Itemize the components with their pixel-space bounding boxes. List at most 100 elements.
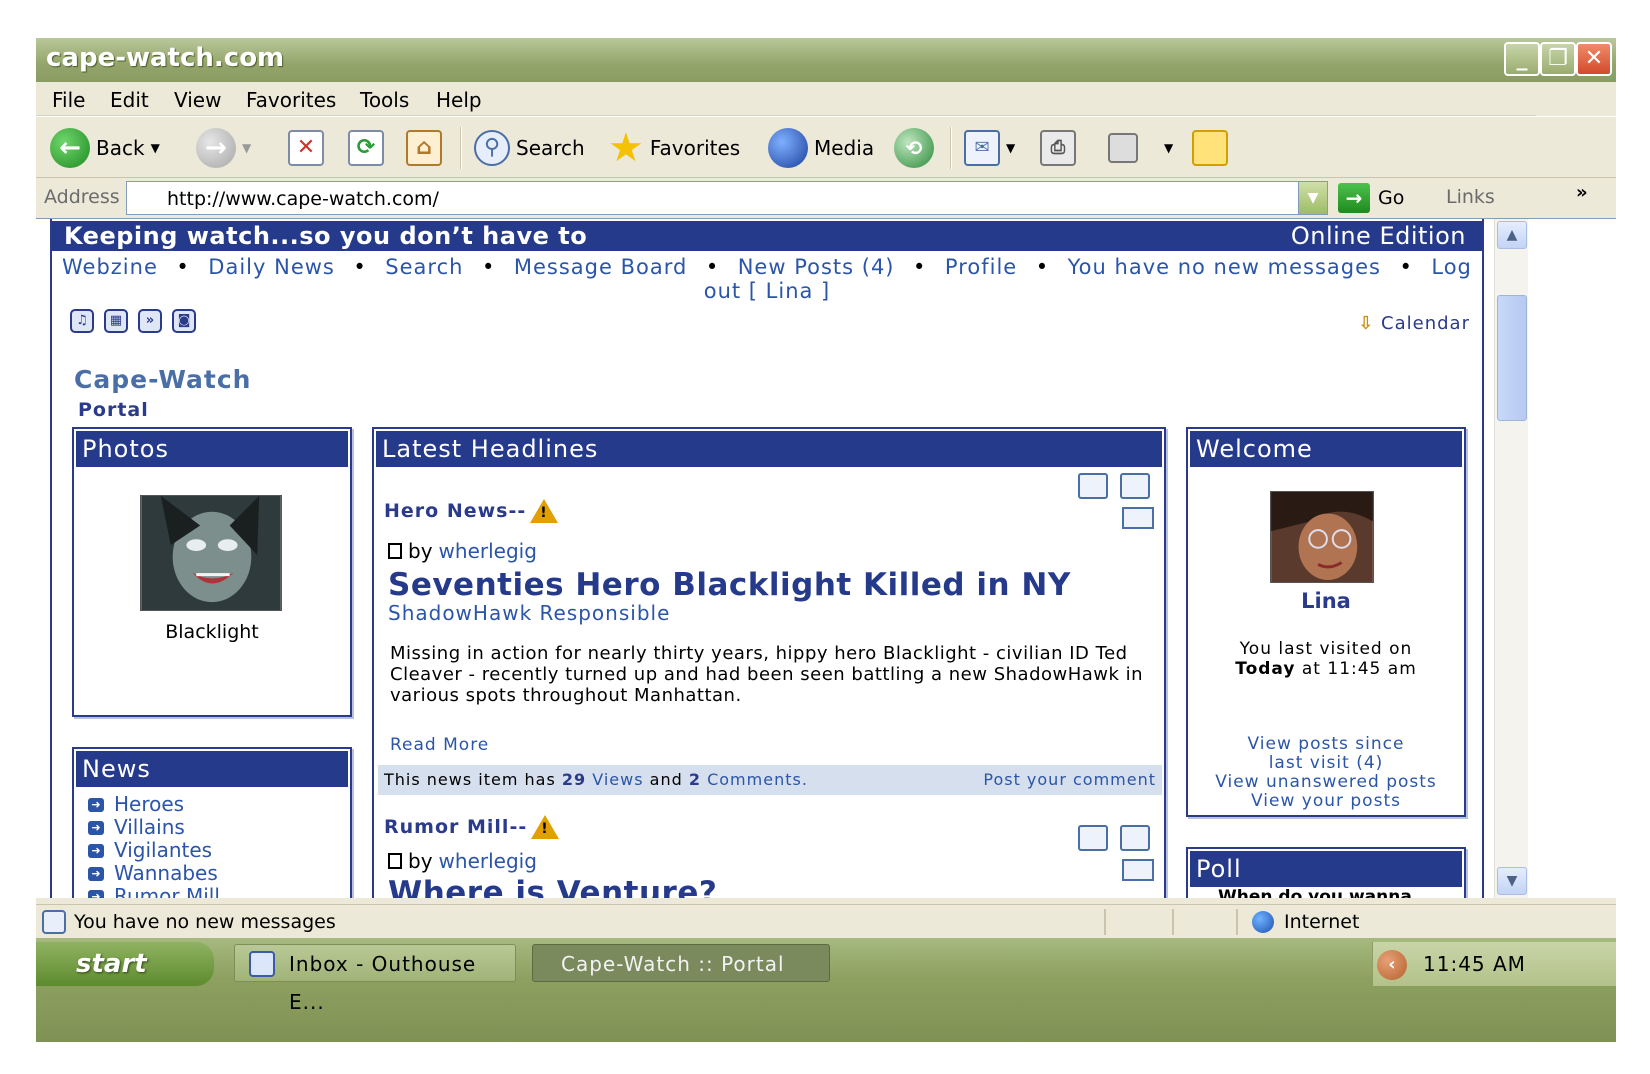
address-url: http://www.cape-watch.com/ [167,188,439,210]
edit-button[interactable] [1108,127,1138,169]
article2-category[interactable]: Rumor Mill-- ! [384,815,560,839]
taskbar-portal[interactable]: Cape-Watch :: Portal [532,944,830,982]
search-label: Search [516,136,585,160]
stats-prefix: This news item has [384,770,556,789]
address-input[interactable]: http://www.cape-watch.com/ [126,181,1328,215]
mail-icon: ✉ [964,130,1000,166]
vertical-scrollbar[interactable]: ▲ ▼ [1494,219,1528,898]
print-icon[interactable] [1120,825,1150,851]
news-panel: News ➜ Heroes ➜ Villains ➜ Vigilantes ➜ Wann… [72,747,352,898]
taskbar-inbox[interactable]: Inbox - Outhouse E... [234,944,516,1014]
link-your-posts[interactable]: View your posts [1188,792,1464,811]
history-button[interactable]: ⟲ [894,127,934,169]
read-more-link[interactable]: Read More [390,735,489,755]
nav-daily-news[interactable]: Daily News [208,255,335,279]
poll-question: When do you wanna [1218,887,1412,898]
nav-new-posts[interactable]: New Posts (4) [738,255,895,279]
toolbar-separator [950,127,952,169]
nav-search[interactable]: Search [385,255,463,279]
discuss-dropdown[interactable]: ▼ [1164,127,1173,169]
start-button[interactable]: start [36,942,214,986]
nav-messages[interactable]: You have no new messages [1068,255,1381,279]
tray-expand-icon[interactable]: ‹ [1377,950,1407,980]
article-doc-icon[interactable] [1078,825,1108,851]
news-item-rumor-mill[interactable]: ➜ Rumor Mill [88,885,220,898]
post-comment-link[interactable]: Post your comment [983,765,1156,795]
news-item-wannabes[interactable]: ➜ Wannabes [88,862,220,885]
menu-help[interactable]: Help [436,88,482,112]
email-icon[interactable] [1122,507,1154,529]
news-item-vigilantes[interactable]: ➜ Vigilantes [88,839,220,862]
home-button[interactable]: ⌂ [406,127,442,169]
forward-button[interactable]: → ▼ [196,127,251,169]
chevron-right-icon[interactable]: » [1576,182,1588,203]
nav-separator: • [913,255,927,279]
scroll-thumb[interactable] [1497,295,1527,421]
go-button[interactable]: → Go [1338,182,1404,214]
menu-tools[interactable]: Tools [360,88,409,112]
print-icon[interactable] [1120,473,1150,499]
site-title[interactable]: Cape-Watch [74,365,251,394]
minimize-button[interactable]: _ [1504,42,1540,76]
link-posts-since[interactable]: View posts since last visit (4) [1188,735,1464,773]
search-icon: ⚲ [474,130,510,166]
scroll-up-icon[interactable]: ▲ [1497,221,1527,249]
refresh-button[interactable]: ⟳ [348,127,384,169]
links-button[interactable]: Links [1446,186,1495,208]
print-button[interactable]: ⎙ [1040,127,1076,169]
article1-category[interactable]: Hero News-- ! [384,499,559,523]
article2-title[interactable]: Where is Venture? [388,875,717,898]
go-label: Go [1378,187,1405,209]
title-bar[interactable]: cape-watch.com _ ❐ ✕ [36,38,1616,82]
favorites-button[interactable]: ★ Favorites [608,127,740,169]
web-viewport[interactable]: Keeping watch...so you don’t have to Onl… [36,218,1616,898]
photos-header: Photos [76,431,348,467]
article-doc-icon[interactable] [1078,473,1108,499]
maximize-button[interactable]: ❐ [1540,42,1576,76]
media-button[interactable]: Media [768,127,874,169]
stop-button[interactable]: ✕ [288,127,324,169]
close-button[interactable]: ✕ [1576,42,1612,76]
user-name[interactable]: Lina [1188,589,1464,613]
user-avatar[interactable] [1270,491,1374,583]
nav-profile[interactable]: Profile [945,255,1017,279]
web-page: Keeping watch...so you don’t have to Onl… [50,219,1484,898]
back-dropdown-icon[interactable]: ▼ [151,141,160,155]
forward-dropdown-icon[interactable]: ▼ [242,141,251,155]
messenger-button[interactable] [1192,127,1228,169]
menu-view[interactable]: View [174,88,221,112]
home-icon: ⌂ [406,130,442,166]
tray-clock[interactable]: 11:45 AM [1423,952,1526,976]
menu-file[interactable]: File [52,88,85,112]
scroll-down-icon[interactable]: ▼ [1497,867,1527,895]
forward-icon[interactable]: » [138,309,162,333]
article1-author[interactable]: wherlegig [439,539,537,563]
calendar-link[interactable]: ⇩ Calendar [1358,313,1470,334]
article1-title[interactable]: Seventies Hero Blacklight Killed in NY [388,567,1071,603]
nav-logout-continued[interactable]: out [ Lina ] [62,279,1472,303]
menu-edit[interactable]: Edit [110,88,149,112]
grid-icon[interactable]: ▦ [104,309,128,333]
views-link[interactable]: Views [592,770,643,789]
nav-message-board[interactable]: Message Board [514,255,687,279]
menu-favorites[interactable]: Favorites [246,88,336,112]
article1-byline: by wherlegig [388,539,537,563]
discuss-dropdown-icon[interactable]: ▼ [1164,141,1173,155]
music-icon[interactable]: ♫ [70,309,94,333]
nav-logout[interactable]: Log [1431,255,1472,279]
search-button[interactable]: ⚲ Search [474,127,585,169]
comments-link[interactable]: Comments. [707,770,808,789]
email-icon[interactable] [1122,859,1154,881]
blacklight-photo[interactable] [140,495,282,611]
nav-webzine[interactable]: Webzine [62,255,158,279]
camera-icon[interactable]: ◙ [172,309,196,333]
mail-button[interactable]: ✉ ▼ [964,127,1015,169]
news-item-heroes[interactable]: ➜ Heroes [88,793,220,816]
arrow-bullet-icon: ➜ [88,797,104,812]
news-item-villains[interactable]: ➜ Villains [88,816,220,839]
back-button[interactable]: ← Back ▼ [50,127,160,169]
link-unanswered-posts[interactable]: View unanswered posts [1188,773,1464,792]
address-dropdown-icon[interactable]: ▼ [1298,181,1328,215]
article2-author[interactable]: wherlegig [439,849,537,873]
mail-dropdown-icon[interactable]: ▼ [1006,141,1015,155]
